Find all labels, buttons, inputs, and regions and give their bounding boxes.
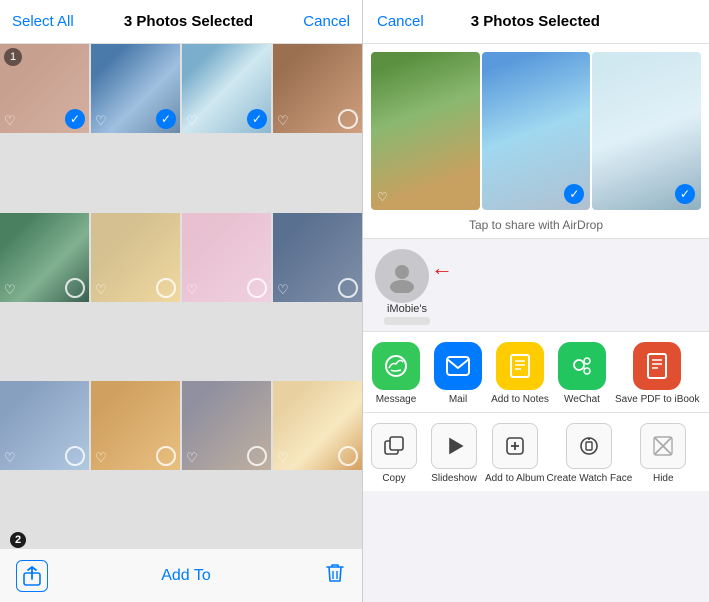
strip-check-icon: ✓	[564, 184, 584, 204]
trash-button[interactable]	[324, 561, 346, 591]
photo-cell-9[interactable]: ♡	[0, 381, 89, 470]
heart-icon: ♡	[277, 450, 293, 466]
heart-icon: ♡	[4, 282, 20, 298]
strip-photo-3[interactable]: ✓	[592, 52, 701, 210]
action-item-hide[interactable]: Hide	[634, 423, 692, 485]
action-icon-box	[492, 423, 538, 469]
share-item-save-pdf-to-ibook[interactable]: Save PDF to iBook	[615, 342, 699, 406]
heart-icon: ♡	[95, 282, 111, 298]
share-item-add-to-notes[interactable]: Add to Notes	[491, 342, 549, 406]
photo-cell-4[interactable]: ♡	[273, 44, 362, 133]
photo-cell-8[interactable]: ♡	[273, 213, 362, 302]
action-item-slideshow[interactable]: Slideshow	[425, 423, 483, 485]
photo-cell-5[interactable]: ♡	[0, 213, 89, 302]
check-selected-icon: ✓	[247, 109, 267, 129]
photo-cell-3[interactable]: ♡✓	[182, 44, 271, 133]
check-empty-icon	[247, 446, 267, 466]
strip-check-icon: ✓	[675, 184, 695, 204]
share-icon-bg	[558, 342, 606, 390]
check-empty-icon	[65, 446, 85, 466]
badge-2: 2	[10, 532, 26, 548]
photo-cell-2[interactable]: ♡✓	[91, 44, 180, 133]
share-icon-label: WeChat	[564, 394, 600, 406]
photo-cell-1[interactable]: ♡ ✓ 1	[0, 44, 89, 133]
photo-cell-10[interactable]: ♡	[91, 381, 180, 470]
strip-photo-2[interactable]: ✓	[482, 52, 591, 210]
share-button[interactable]	[16, 560, 48, 592]
action-icon-box	[431, 423, 477, 469]
share-icon-bg	[434, 342, 482, 390]
left-footer-wrap: 2 Add To	[0, 548, 362, 602]
action-icon-label: Create Watch Face	[546, 473, 632, 485]
heart-icon: ♡	[4, 113, 20, 129]
share-item-message[interactable]: Message	[367, 342, 425, 406]
action-icons-row: Copy Slideshow Add to AlbumCreate Watch Fa…	[363, 412, 709, 491]
action-icon-label: Hide	[653, 473, 674, 485]
action-icon-label: Add to Album	[485, 473, 544, 485]
select-all-button[interactable]: Select All	[12, 13, 74, 30]
contact-name: iMobie's	[384, 303, 430, 325]
share-icon-bg	[496, 342, 544, 390]
action-item-create-watch-face[interactable]: Create Watch Face	[546, 423, 632, 485]
check-selected-icon: ✓	[65, 109, 85, 129]
red-arrow-icon: ←	[431, 255, 453, 281]
photo-strip: ♡ ✓ ✓	[363, 44, 709, 214]
share-item-mail[interactable]: Mail	[429, 342, 487, 406]
check-empty-icon	[338, 109, 358, 129]
action-icon-box	[566, 423, 612, 469]
photo-grid: ♡✓1♡✓♡✓♡♡♡♡♡♡♡♡♡	[0, 44, 362, 548]
right-header: Cancel 3 Photos Selected	[363, 0, 709, 44]
check-empty-icon	[156, 446, 176, 466]
left-selected-title: 3 Photos Selected	[124, 13, 253, 30]
airdrop-hint: Tap to share with AirDrop	[363, 214, 709, 239]
check-empty-icon	[338, 278, 358, 298]
num-badge: 1	[4, 48, 22, 66]
right-selected-title: 3 Photos Selected	[471, 13, 600, 30]
action-icon-label: Copy	[382, 473, 405, 485]
left-cancel-button[interactable]: Cancel	[303, 13, 350, 30]
strip-photo-1[interactable]: ♡	[371, 52, 480, 210]
action-icon-box	[371, 423, 417, 469]
photo-cell-6[interactable]: ♡	[91, 213, 180, 302]
check-empty-icon	[338, 446, 358, 466]
heart-icon: ♡	[95, 450, 111, 466]
action-item-copy[interactable]: Copy	[365, 423, 423, 485]
share-icons-row: Message Mail Add to Notes WeChat Save PDF to…	[363, 331, 709, 412]
heart-icon: ♡	[95, 113, 111, 129]
share-icon-label: Add to Notes	[491, 394, 549, 406]
photo-cell-7[interactable]: ♡	[182, 213, 271, 302]
photo-cell-11[interactable]: ♡	[182, 381, 271, 470]
photo-cell-12[interactable]: ♡	[273, 381, 362, 470]
action-icon-label: Slideshow	[431, 473, 477, 485]
check-selected-icon: ✓	[156, 109, 176, 129]
right-cancel-button[interactable]: Cancel	[377, 13, 424, 30]
heart-icon: ♡	[277, 113, 293, 129]
heart-icon: ♡	[186, 450, 202, 466]
heart-icon: ♡	[277, 282, 293, 298]
check-empty-icon	[156, 278, 176, 298]
action-icon-box	[640, 423, 686, 469]
share-icon-label: Mail	[449, 394, 467, 406]
share-icon-label: Save PDF to iBook	[615, 394, 699, 406]
share-icon-bg	[633, 342, 681, 390]
share-icon-bg	[372, 342, 420, 390]
left-panel: Select All 3 Photos Selected Cancel ♡✓1♡…	[0, 0, 363, 602]
contact-avatar[interactable]	[375, 249, 429, 303]
check-empty-icon	[65, 278, 85, 298]
share-item-wechat[interactable]: WeChat	[553, 342, 611, 406]
airdrop-row: iMobie's ←	[363, 239, 709, 331]
heart-icon: ♡	[4, 450, 20, 466]
right-panel: Cancel 3 Photos Selected ♡ ✓ ✓ Tap to shar…	[363, 0, 709, 602]
check-empty-icon	[247, 278, 267, 298]
heart-icon: ♡	[186, 113, 202, 129]
share-icon-label: Message	[376, 394, 417, 406]
left-footer: Add To	[0, 548, 362, 602]
strip-heart-icon: ♡	[377, 190, 388, 204]
action-item-add-to-album[interactable]: Add to Album	[485, 423, 544, 485]
left-header: Select All 3 Photos Selected Cancel	[0, 0, 362, 44]
add-to-button[interactable]: Add To	[161, 567, 211, 585]
heart-icon: ♡	[186, 282, 202, 298]
